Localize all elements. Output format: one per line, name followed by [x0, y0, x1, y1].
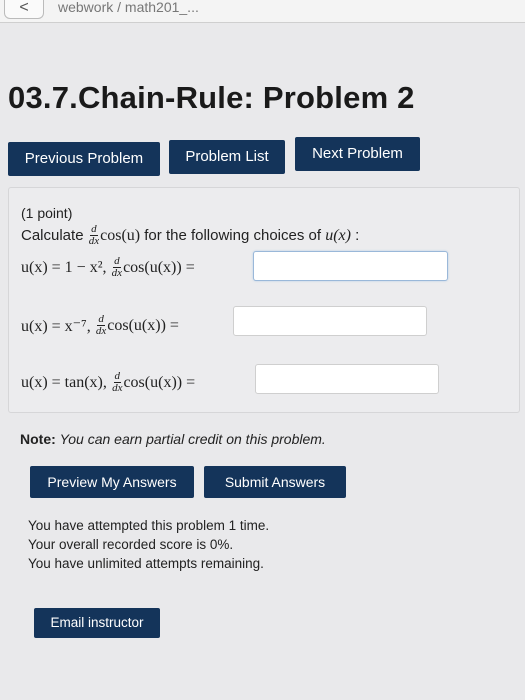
attempt-count: You have attempted this problem 1 time. [28, 518, 270, 533]
statement-colon: : [355, 227, 360, 244]
derivative-operator: d dx [89, 224, 99, 247]
answer-row-1: u(x) = 1 − x², d dx cos(u(x)) = [21, 256, 195, 279]
point-value: (1 point) [21, 205, 73, 221]
note-text: You can earn partial credit on this prob… [59, 431, 326, 447]
page-title: 03.7.Chain-Rule: Problem 2 [8, 80, 415, 115]
derivative-operator: d dx [96, 314, 106, 337]
statement-prefix: Calculate [21, 227, 84, 244]
browser-top-bar: < webwork / math201_... [0, 0, 525, 23]
frac-den: dx [111, 267, 123, 279]
attempts-remaining: You have unlimited attempts remaining. [28, 556, 264, 571]
submit-answers-button[interactable]: Submit Answers [204, 466, 346, 498]
previous-problem-button[interactable]: Previous Problem [8, 142, 160, 176]
answer-input-1[interactable] [253, 251, 448, 281]
derivative-operator: d dx [112, 371, 122, 394]
note-label: Note: [20, 431, 56, 447]
next-problem-button[interactable]: Next Problem [295, 137, 420, 171]
answer-row-2: u(x) = x⁻⁷, d dx cos(u(x)) = [21, 314, 179, 337]
frac-den: dx [88, 235, 100, 247]
choice-1-label: u(x) = 1 − x², [21, 258, 107, 276]
statement-variable: u(x) [325, 226, 351, 244]
problem-list-button[interactable]: Problem List [169, 140, 285, 174]
problem-panel: (1 point) Calculate d dx cos(u) for the f… [8, 187, 520, 413]
back-button[interactable]: < [4, 0, 44, 19]
problem-statement: Calculate d dx cos(u) for the following c… [21, 224, 359, 247]
choice-2-rhs: cos(u(x)) = [107, 316, 179, 334]
statement-suffix: for the following choices of [144, 227, 322, 244]
preview-answers-button[interactable]: Preview My Answers [30, 466, 194, 498]
frac-den: dx [112, 382, 123, 394]
derivative-operator: d dx [112, 256, 122, 279]
choice-2-label: u(x) = x⁻⁷, [21, 317, 91, 335]
back-chevron-icon[interactable]: < [19, 0, 28, 16]
attempt-status: You have attempted this problem 1 time. … [28, 516, 269, 573]
email-instructor-button[interactable]: Email instructor [34, 608, 160, 638]
choice-3-label: u(x) = tan(x), [21, 373, 107, 391]
answer-input-2[interactable] [233, 306, 427, 336]
statement-expression: cos(u) [100, 226, 141, 244]
recorded-score: Your overall recorded score is 0%. [28, 537, 234, 552]
choice-3-rhs: cos(u(x)) = [123, 373, 196, 391]
frac-den: dx [95, 325, 107, 337]
answer-input-3[interactable] [255, 364, 439, 394]
choice-1-rhs: cos(u(x)) = [123, 258, 195, 276]
breadcrumb[interactable]: webwork / math201_... [58, 0, 199, 14]
partial-credit-note: Note: You can earn partial credit on thi… [20, 431, 326, 447]
answer-row-3: u(x) = tan(x), d dx cos(u(x)) = [21, 371, 195, 394]
